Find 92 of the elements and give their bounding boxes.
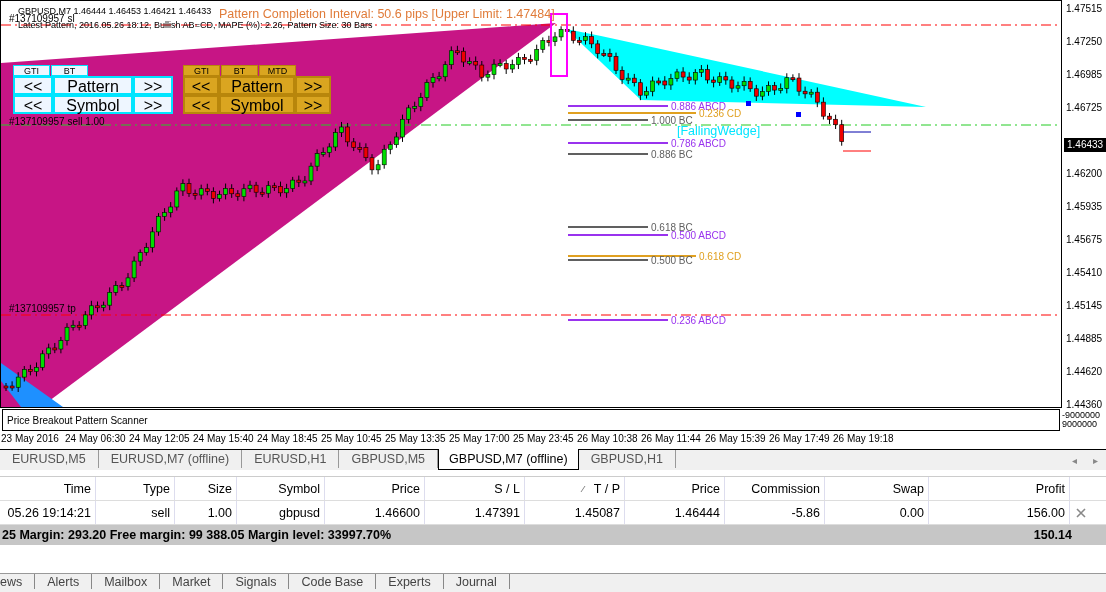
time-axis-label: 24 May 06:30	[65, 433, 127, 444]
fib-level-label: 0.500 BC	[651, 255, 693, 266]
table-cell: 0.00	[825, 501, 929, 525]
panel-tab[interactable]: BT	[51, 65, 88, 76]
time-axis-label: 26 May 11:44	[641, 433, 702, 444]
table-cell: -5.86	[725, 501, 825, 525]
time-axis-label: 25 May 10:45	[321, 433, 383, 444]
time-axis-label: 23 May 2016	[1, 433, 60, 444]
price-axis-label: 1.47515	[1066, 2, 1103, 16]
fib-level-label: 0.618 BC	[651, 222, 693, 233]
terminal-tab[interactable]: Signals	[223, 574, 290, 590]
account-summary: 25 Margin: 293.20 Free margin: 99 388.05 Margin level: 33997.70%	[2, 528, 392, 543]
fib-level-label: 0.886 BC	[651, 149, 693, 160]
panel-tab[interactable]: GTI	[13, 65, 50, 76]
navigation-button[interactable]: Symbol	[219, 95, 295, 114]
time-axis-label: 25 May 17:00	[449, 433, 511, 444]
price-axis-label: 1.45410	[1066, 266, 1103, 280]
indicator-axis-label: 9000000	[1062, 420, 1099, 429]
next-button[interactable]: >>	[133, 95, 173, 114]
terminal-tab[interactable]: Code Base	[289, 574, 377, 590]
close-icon[interactable]	[1076, 507, 1086, 518]
navigation-button[interactable]: Pattern	[53, 76, 133, 95]
terminal-tab[interactable]: Mailbox	[92, 574, 161, 590]
time-axis-label: 24 May 12:05	[129, 433, 191, 444]
price-level-marker	[842, 131, 872, 133]
navigation-button[interactable]: Symbol	[53, 95, 133, 114]
time-axis-label: 25 May 13:35	[385, 433, 447, 444]
sort-icon	[579, 484, 586, 493]
chart-tab[interactable]: GBPUSD,H1	[578, 450, 676, 469]
time-axis-label: 24 May 18:45	[257, 433, 319, 444]
price-axis-label: 1.45675	[1066, 233, 1103, 247]
table-cell: 1.47391	[425, 501, 525, 525]
completion-interval: Pattern Completion Interval: 50.6 pips [Upper Limit: 1.47484]	[219, 7, 555, 21]
previous-button[interactable]: <<	[13, 76, 53, 95]
time-axis-label: 25 May 23:45	[513, 433, 575, 444]
order-label: #137109957 sell 1.00	[9, 116, 105, 127]
next-button[interactable]: >>	[295, 95, 331, 114]
table-cell: sell	[96, 501, 175, 525]
previous-button[interactable]: <<	[183, 76, 219, 95]
price-axis-label: 1.46985	[1066, 68, 1103, 82]
previous-button[interactable]: <<	[13, 95, 53, 114]
price-axis-label: 1.45145	[1066, 299, 1103, 313]
price-level-marker	[842, 150, 872, 152]
fib-level-label: 1.000 BC	[651, 115, 693, 126]
current-price-tag: 1.46433	[1064, 138, 1106, 152]
terminal-tab[interactable]: Market	[160, 574, 224, 590]
price-axis-label: 1.46200	[1066, 167, 1103, 181]
chart-tab[interactable]: EURUSD,M7 (offline)	[98, 450, 243, 469]
order-label: #137109957 tp	[9, 303, 76, 314]
price-axis-label: 1.44885	[1066, 332, 1103, 346]
pattern-name-label: [FallingWedge]	[677, 124, 761, 138]
table-cell: 1.46600	[325, 501, 425, 525]
price-axis-label: 1.46725	[1066, 101, 1103, 115]
fib-level-label: 0.236 ABCD	[671, 315, 727, 326]
price-axis-label: 1.45935	[1066, 200, 1103, 214]
table-cell: 05.26 19:14:21	[0, 501, 96, 525]
time-axis-label: 26 May 10:38	[577, 433, 639, 444]
terminal-tab[interactable]: Journal	[443, 574, 510, 590]
time-axis-label: 26 May 15:39	[705, 433, 767, 444]
time-axis-label: 24 May 15:40	[193, 433, 255, 444]
panel-tab[interactable]: BT	[221, 65, 258, 76]
total-profit: 150.14	[1033, 528, 1072, 543]
table-cell: 156.00	[929, 501, 1070, 525]
previous-button[interactable]: <<	[183, 95, 219, 114]
chart-tab[interactable]: GBPUSD,M7 (offline)	[438, 449, 579, 471]
terminal-tab[interactable]: ews	[0, 574, 36, 590]
pattern-point-icon	[746, 101, 751, 106]
fib-level-label: 0.500 ABCD	[671, 230, 727, 241]
price-axis-label: 1.44620	[1066, 365, 1103, 379]
table-cell: 1.45087	[525, 501, 625, 525]
time-axis-label: 26 May 17:49	[769, 433, 831, 444]
price-axis-label: 1.47250	[1066, 35, 1103, 49]
fib-level-label: 0.618 CD	[699, 251, 742, 262]
table-cell: 1.00	[175, 501, 237, 525]
symbol-quote: GBPUSD,M7 1.46444 1.46453 1.46421 1.46433	[18, 6, 212, 16]
table-cell: gbpusd	[237, 501, 325, 525]
navigation-button[interactable]: Pattern	[219, 76, 295, 95]
pattern-point-icon	[796, 112, 801, 117]
terminal-tab[interactable]: Alerts	[35, 574, 93, 590]
panel-tab[interactable]: GTI	[183, 65, 220, 76]
indicator-axis-label: -9000000	[1062, 411, 1101, 420]
price-axis-label: 1.44360	[1066, 398, 1103, 412]
fib-level-label: 0.786 ABCD	[671, 138, 727, 149]
terminal-tab[interactable]: Experts	[376, 574, 444, 590]
indicator-title: Price Breakout Pattern Scanner	[7, 414, 148, 426]
table-cell: 1.46444	[625, 501, 725, 525]
fib-level-label: 0.236 CD	[699, 108, 742, 119]
next-button[interactable]: >>	[295, 76, 331, 95]
time-axis-label: 26 May 19:18	[833, 433, 895, 444]
next-button[interactable]: >>	[133, 76, 173, 95]
chart-tab[interactable]: EURUSD,H1	[242, 450, 340, 469]
chart-tab[interactable]: EURUSD,M5	[0, 450, 99, 469]
